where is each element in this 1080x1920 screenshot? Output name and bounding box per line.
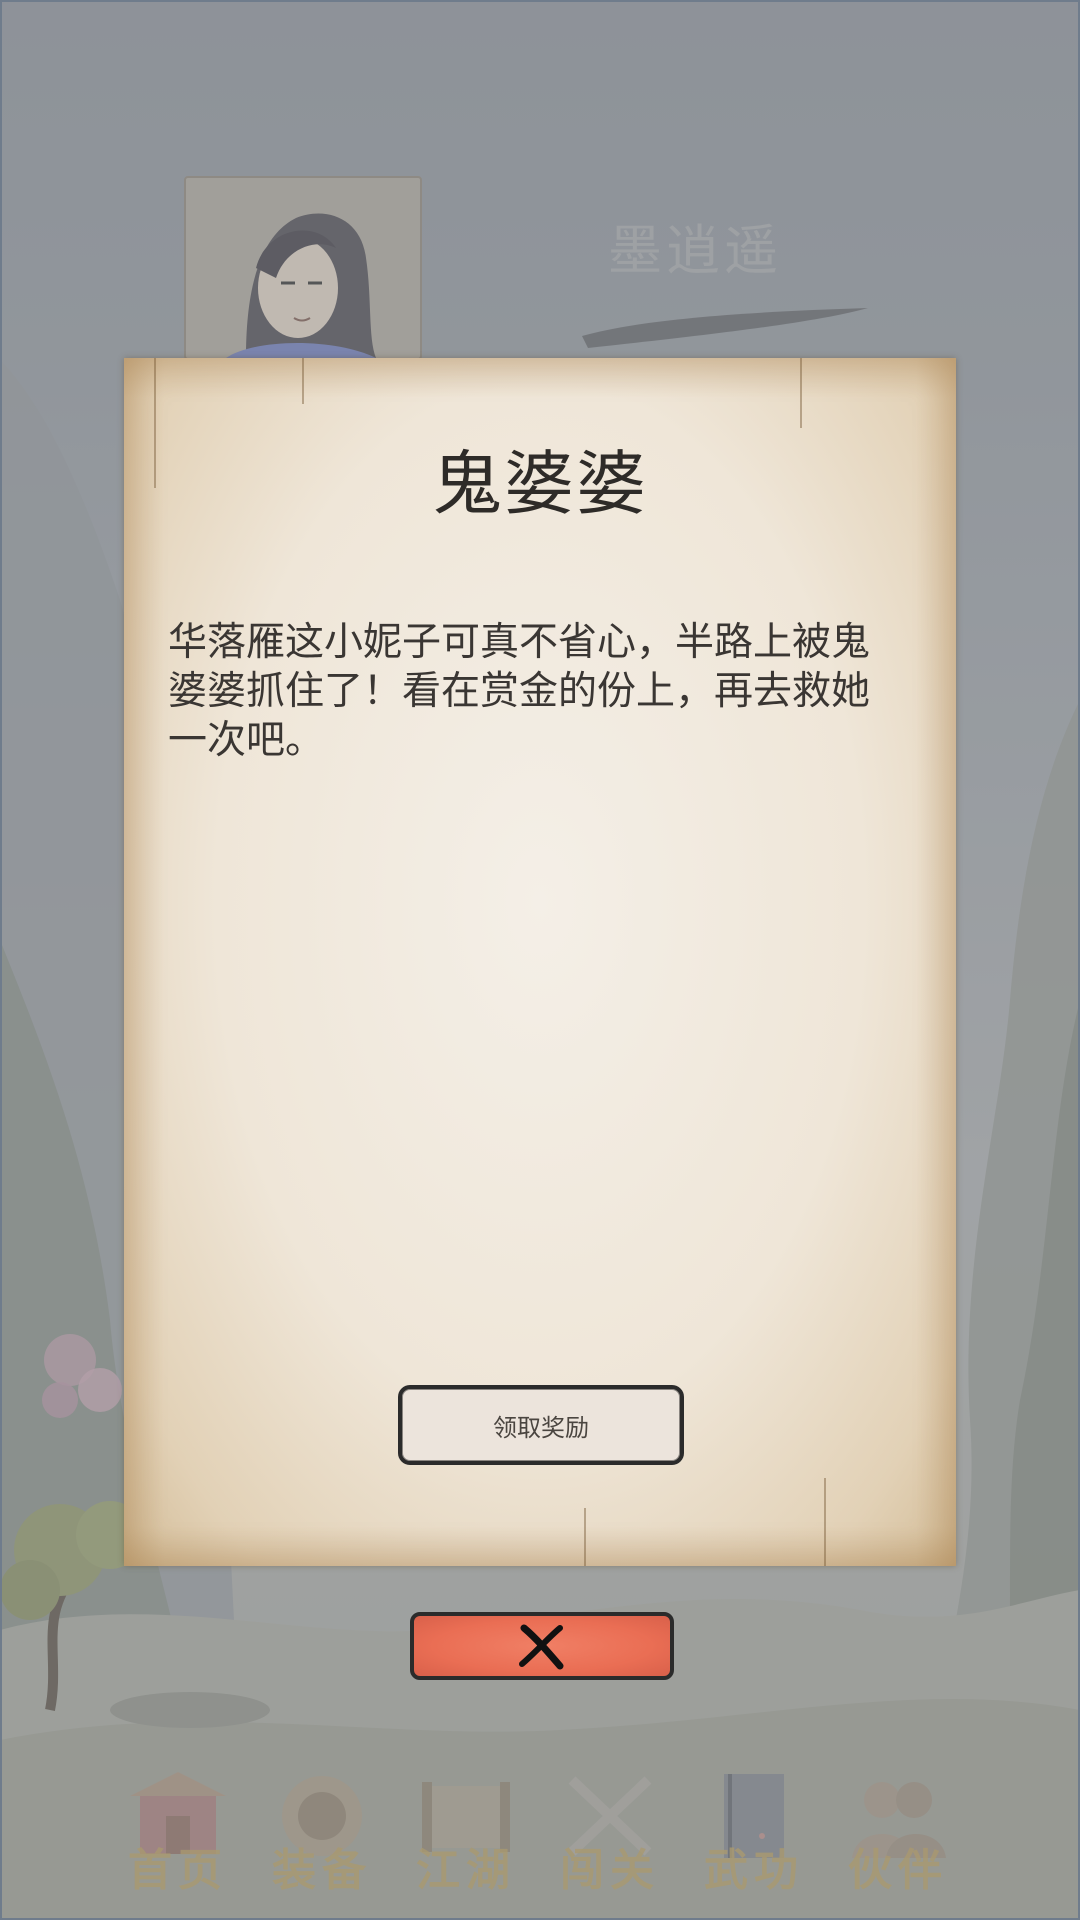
- paper-tear-mark: [302, 358, 304, 404]
- claim-reward-button[interactable]: 领取奖励: [398, 1385, 684, 1465]
- paper-tear-mark: [800, 358, 802, 428]
- paper-tear-mark: [824, 1478, 826, 1566]
- dialog-title: 鬼婆婆: [432, 443, 648, 525]
- close-button[interactable]: [410, 1612, 674, 1680]
- close-icon: [519, 1624, 564, 1670]
- paper-tear-mark: [584, 1508, 586, 1566]
- dialog-body-text: 华落雁这小妮子可真不省心，半路上被鬼婆婆抓住了！看在赏金的份上，再去救她一次吧。: [168, 620, 871, 763]
- story-dialog: 鬼婆婆 华落雁这小妮子可真不省心，半路上被鬼婆婆抓住了！看在赏金的份上，再去救她…: [124, 358, 956, 1566]
